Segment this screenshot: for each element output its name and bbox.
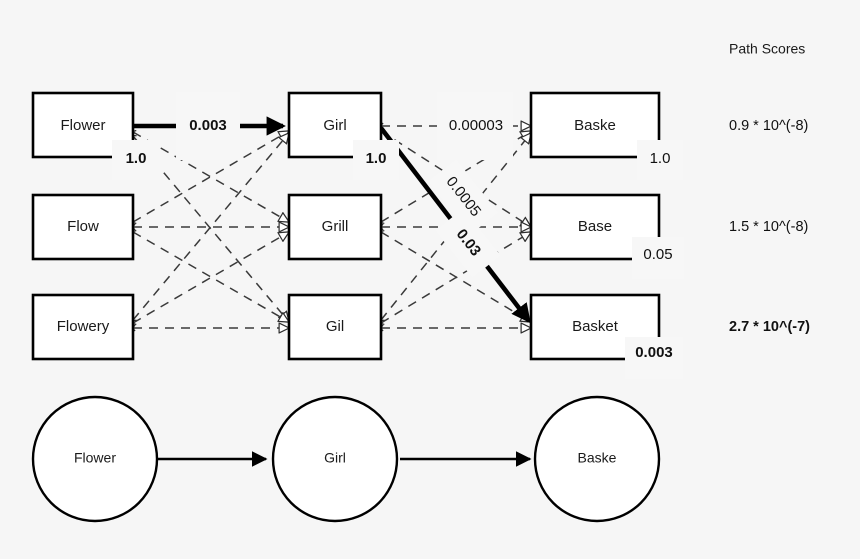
node-gil-label: Gil (326, 318, 344, 335)
diagram-canvas: Flower Flow Flowery Girl Grill Gil Baske… (0, 0, 860, 559)
edge-label-girl-baske: 0.00003 (437, 92, 513, 160)
weight-chip-flower-text: 1.0 (126, 150, 147, 167)
node-flowery[interactable]: Flowery (31, 293, 135, 361)
edge-label-girl-baske-text: 0.00003 (449, 117, 503, 134)
chain-node-baske[interactable]: Baske (533, 395, 661, 523)
edge-label-flower-girl: 0.003 (176, 92, 240, 160)
weight-chip-base-text: 0.05 (643, 246, 672, 263)
weight-chip-baske-text: 1.0 (650, 150, 671, 167)
node-flowery-label: Flowery (57, 318, 110, 335)
path-scores-header: Path Scores (729, 41, 805, 57)
node-flower-label: Flower (60, 117, 105, 134)
edge-label-flower-girl-text: 0.003 (189, 117, 227, 134)
node-flow-label: Flow (67, 218, 99, 235)
chain-node-girl[interactable]: Girl (271, 395, 399, 523)
weight-chip-base: 0.05 (632, 237, 684, 279)
path-score-row-3: 2.7 * 10^(-7) (729, 319, 810, 335)
node-base-label: Base (578, 218, 612, 235)
node-basket-label: Basket (572, 318, 619, 335)
chain-node-girl-label: Girl (324, 450, 346, 466)
weight-chip-girl: 1.0 (353, 140, 399, 180)
weight-chip-basket-text: 0.003 (635, 344, 673, 361)
node-grill[interactable]: Grill (287, 193, 383, 261)
node-grill-label: Grill (322, 218, 349, 235)
weight-chip-basket: 0.003 (625, 337, 683, 379)
node-girl-label: Girl (323, 117, 346, 134)
weight-chip-girl-text: 1.0 (366, 150, 387, 167)
path-score-row-1: 0.9 * 10^(-8) (729, 118, 808, 134)
node-baske-label: Baske (574, 117, 616, 134)
alignment-lattice-diagram: Flower Flow Flowery Girl Grill Gil Baske… (0, 0, 860, 559)
weight-chip-flower: 1.0 (112, 140, 160, 180)
chain-node-flower[interactable]: Flower (31, 395, 159, 523)
node-flow[interactable]: Flow (31, 193, 135, 261)
path-score-row-2: 1.5 * 10^(-8) (729, 219, 808, 235)
chain-node-baske-label: Baske (578, 450, 617, 466)
weight-chip-baske: 1.0 (637, 140, 683, 180)
node-gil[interactable]: Gil (287, 293, 383, 361)
chain-node-flower-label: Flower (74, 450, 116, 466)
